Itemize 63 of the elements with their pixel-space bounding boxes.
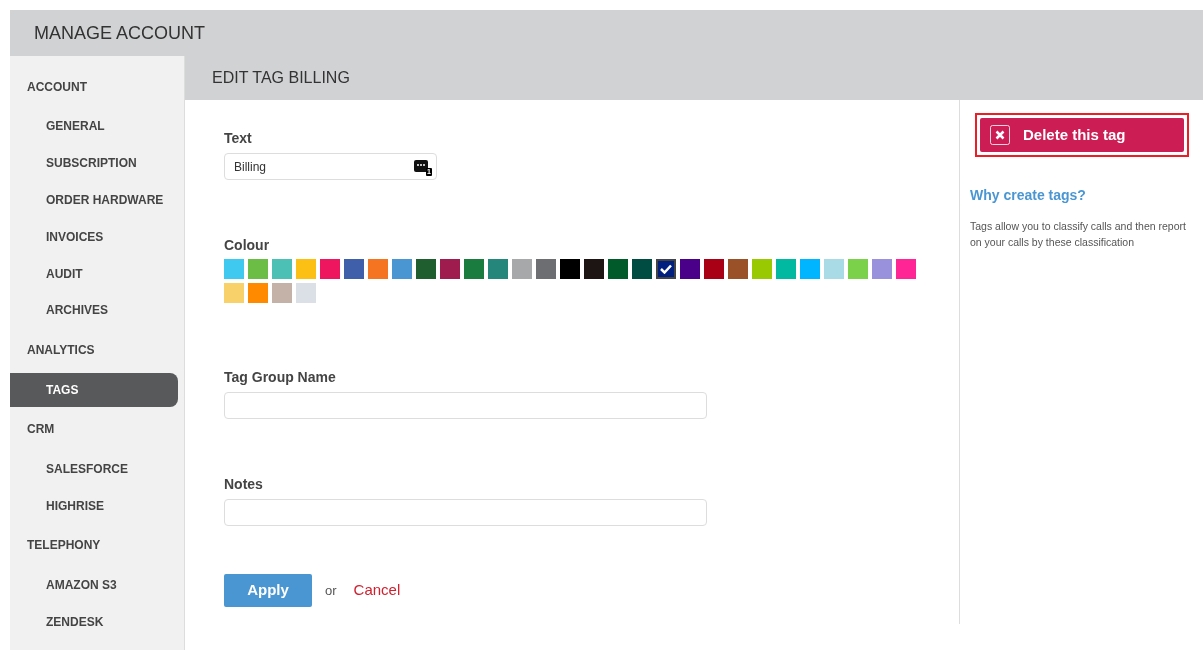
delete-tag-button[interactable]: Delete this tag [980, 118, 1184, 152]
sidebar-section: ANALYTICS [27, 340, 95, 359]
notes-field[interactable] [224, 499, 707, 526]
colour-swatch[interactable] [776, 259, 796, 279]
colour-swatch[interactable] [368, 259, 388, 279]
field-label: Colour [224, 237, 271, 253]
colour-swatch[interactable] [872, 259, 892, 279]
colour-swatch[interactable] [440, 259, 460, 279]
close-icon [990, 125, 1010, 145]
check-icon [660, 264, 672, 274]
colour-swatch[interactable] [536, 259, 556, 279]
help-title: Why create tags? [970, 186, 1087, 205]
colour-swatch[interactable] [512, 259, 532, 279]
colour-swatch[interactable] [224, 259, 244, 279]
colour-swatch[interactable] [800, 259, 820, 279]
colour-swatch[interactable] [680, 259, 700, 279]
colour-swatch[interactable] [848, 259, 868, 279]
colour-swatch[interactable] [608, 259, 628, 279]
field-label: Notes [224, 476, 264, 492]
sidebar-item[interactable]: ZENDESK [10, 604, 178, 639]
colour-swatch[interactable] [272, 283, 292, 303]
help-text: Tags allow you to classify calls and then report on your calls by these classification [970, 219, 1187, 250]
colour-swatch[interactable] [632, 259, 652, 279]
colour-swatch[interactable] [344, 259, 364, 279]
colour-swatch[interactable] [488, 259, 508, 279]
colour-swatch[interactable] [824, 259, 844, 279]
sidebar-item[interactable]: TAGS [10, 372, 178, 407]
content-title: EDIT TAG BILLING [212, 68, 350, 88]
colour-swatch[interactable] [224, 283, 244, 303]
sidebar-section: ACCOUNT [27, 77, 87, 96]
colour-swatch[interactable] [464, 259, 484, 279]
sidebar-section: TELEPHONY [27, 536, 101, 555]
or-text: or [325, 581, 337, 600]
page-title: MANAGE ACCOUNT [34, 21, 206, 45]
sidebar-item[interactable]: ORDER HARDWARE [10, 183, 178, 217]
colour-swatch[interactable] [896, 259, 916, 279]
colour-swatch[interactable] [584, 259, 604, 279]
colour-swatch[interactable] [296, 259, 316, 279]
field-label: Text [224, 130, 253, 146]
colour-swatch[interactable] [560, 259, 580, 279]
colour-swatch[interactable] [320, 259, 340, 279]
sidebar-item[interactable]: GENERAL [10, 109, 178, 144]
sidebar-item[interactable]: AMAZON S3 [10, 567, 178, 602]
colour-swatch[interactable] [752, 259, 772, 279]
colour-swatch[interactable] [392, 259, 412, 279]
sidebar-item[interactable]: SALESFORCE [10, 451, 178, 486]
colour-swatch[interactable] [416, 259, 436, 279]
sidebar-item[interactable]: SUBSCRIPTION [10, 146, 178, 181]
colour-swatch[interactable] [248, 283, 268, 303]
colour-swatch[interactable] [248, 259, 268, 279]
sidebar-section: CRM [27, 420, 55, 439]
tag-group-field[interactable] [224, 392, 707, 419]
colour-swatch[interactable] [656, 259, 676, 279]
field-label: Tag Group Name [224, 369, 337, 385]
colour-swatch[interactable] [296, 283, 316, 303]
sidebar-item[interactable]: INVOICES [10, 219, 178, 254]
colour-swatch[interactable] [704, 259, 724, 279]
cancel-link[interactable]: Cancel [353, 579, 401, 602]
colour-swatch[interactable] [728, 259, 748, 279]
sidebar-item[interactable]: AUDIT [10, 256, 178, 291]
sidebar-item[interactable]: ARCHIVES [10, 293, 178, 328]
colour-swatch[interactable] [272, 259, 292, 279]
sidebar-item[interactable]: HIGHRISE [10, 488, 178, 523]
